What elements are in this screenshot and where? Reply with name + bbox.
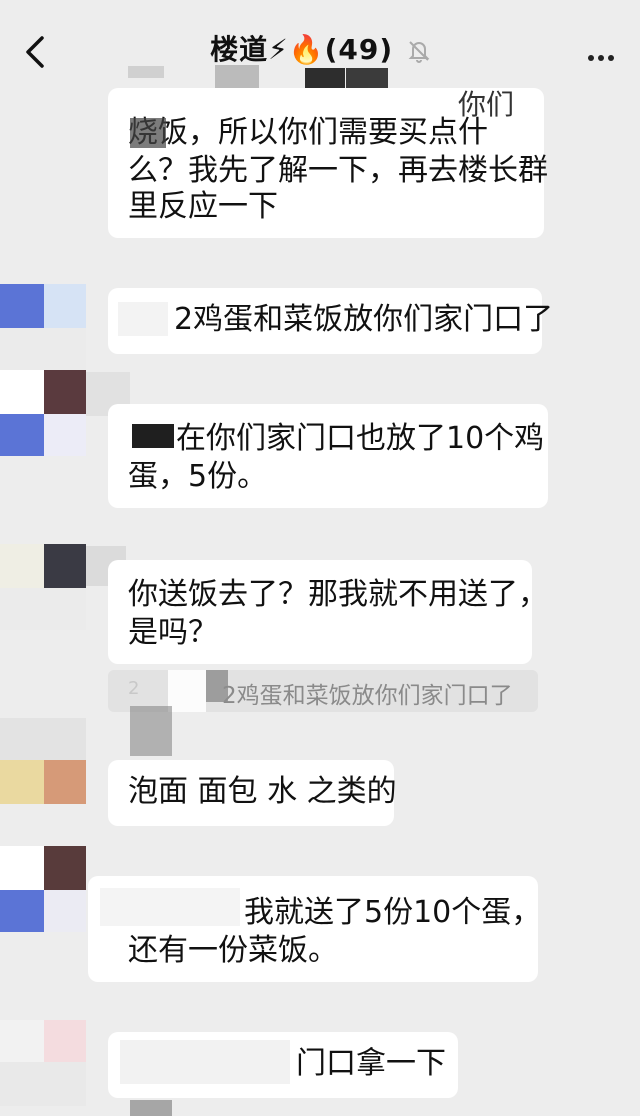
avatar[interactable]	[0, 718, 86, 804]
message-bubble[interactable]: 泡面 面包 水 之类的	[108, 760, 397, 826]
blurred-name	[128, 66, 164, 78]
message-text: 里反应一下	[128, 189, 278, 224]
message-text: 蛋，5份。	[128, 459, 268, 494]
message-text: 2鸡蛋和菜饭放你们家门口了	[174, 302, 554, 337]
avatar[interactable]	[0, 544, 86, 630]
quote-prefix: 2	[128, 678, 140, 699]
quote-text: 2鸡蛋和菜饭放你们家门口了	[222, 683, 513, 709]
more-button[interactable]	[584, 46, 614, 65]
blurred-avatar	[130, 1100, 172, 1116]
message-text: 泡面 面包 水 之类的	[128, 774, 397, 809]
message-text: 是吗？	[128, 615, 218, 650]
message-text: 门口拿一下	[296, 1046, 446, 1081]
blurred-name	[120, 1040, 290, 1084]
message-text: 烧饭，所以你们需要买点什	[128, 115, 488, 150]
bell-off-icon	[408, 41, 430, 63]
blurred-avatar	[130, 706, 172, 756]
avatar[interactable]	[0, 370, 86, 456]
redaction-block	[132, 424, 174, 448]
message-text: 还有一份菜饭。	[128, 933, 338, 968]
message-text: 么？我先了解一下，再去楼长群	[128, 153, 548, 188]
message-bubble[interactable]: 在你们家门口也放了10个鸡 蛋，5份。	[108, 404, 548, 508]
message-bubble[interactable]: 你送饭去了？那我就不用送了， 是吗？	[108, 560, 548, 664]
blurred-name	[100, 888, 240, 926]
message-bubble[interactable]: 2鸡蛋和菜饭放你们家门口了	[108, 288, 553, 354]
message-bubble[interactable]: 你们 烧饭，所以你们需要买点什 么？我先了解一下，再去楼长群 里反应一下	[108, 88, 548, 238]
avatar[interactable]	[0, 284, 86, 370]
message-text: 在你们家门口也放了10个鸡	[176, 421, 545, 456]
member-count: (49)	[324, 33, 394, 66]
ellipsis-icon	[588, 55, 594, 61]
redaction-block	[206, 670, 228, 702]
avatar[interactable]	[0, 846, 86, 932]
redaction-block	[130, 118, 166, 148]
message-text: 我就送了5份10个蛋，	[244, 895, 542, 930]
blurred-name	[168, 670, 206, 712]
chat-title: 楼道	[210, 33, 269, 66]
title-emoji: ⚡🔥	[268, 33, 325, 66]
message-text: 你送饭去了？那我就不用送了，	[128, 577, 548, 612]
avatar[interactable]	[0, 1020, 86, 1106]
chat-title-group: 楼道⚡🔥(49)	[0, 28, 640, 68]
blurred-name	[118, 302, 168, 336]
